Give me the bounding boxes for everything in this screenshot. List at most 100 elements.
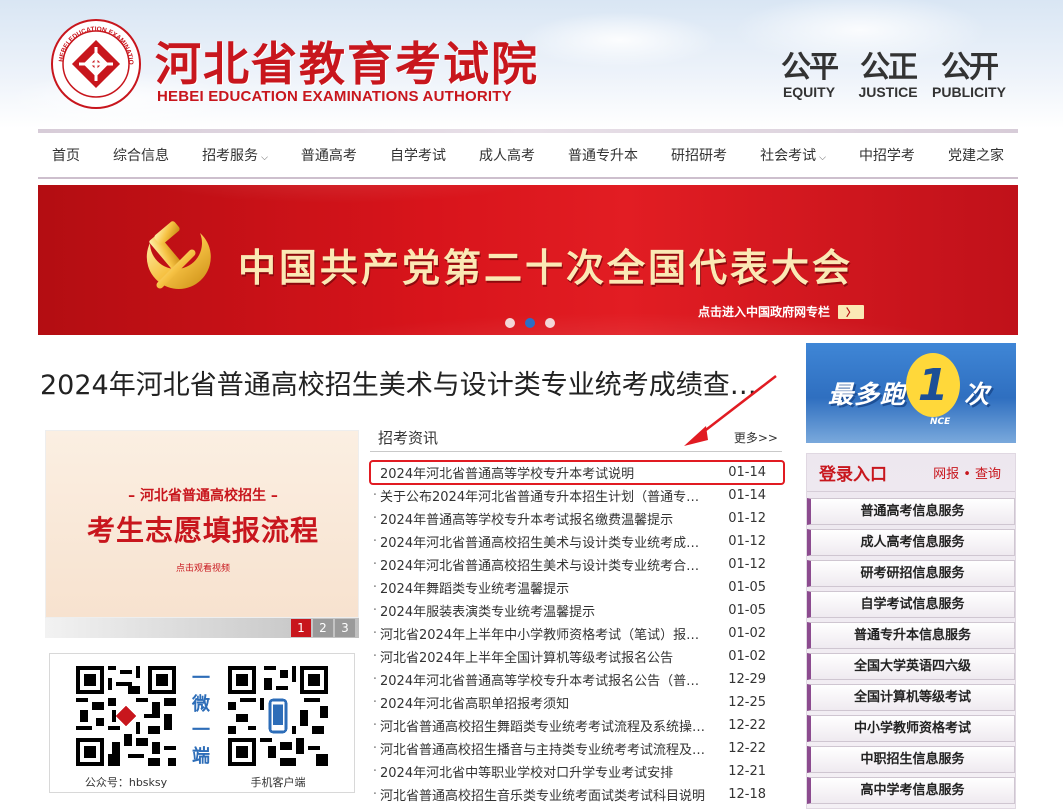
bullet-icon: ·: [372, 626, 378, 641]
news-item[interactable]: · 河北省普通高校招生舞蹈类专业统考考试流程及系统操作说明 12-22: [370, 714, 782, 737]
news-item-title[interactable]: 河北省2024年上半年中小学教师资格考试（笔试）报名公告: [380, 624, 712, 643]
banner-dot-1[interactable]: [505, 318, 515, 328]
nav-item-self-study[interactable]: 自学考试: [390, 145, 446, 165]
service-button[interactable]: 中职招生信息服务: [807, 746, 1015, 773]
app-qr-label: 手机客户端: [250, 776, 306, 789]
video-card[interactable]: – 河北省普通高校招生 – 考生志愿填报流程 点击观看视频: [45, 430, 359, 618]
nav-label: 综合信息: [113, 148, 170, 164]
news-item-title[interactable]: 2024年河北省普通高等学校专升本考试报名公告（普通专升本）: [380, 670, 712, 689]
news-item[interactable]: ·2024年河北省普通高等学校专升本考试报名公告（普通专升本） 12-29: [370, 668, 782, 691]
news-item-title[interactable]: 2024年河北省普通高等学校专升本考试说明: [380, 463, 712, 482]
qr-separator-char: 一: [192, 720, 210, 741]
news-item-date: 12-29: [728, 672, 766, 687]
news-item[interactable]: ·关于公布2024年河北省普通专升本招生计划（普通专升本）的通知 01-14: [370, 484, 782, 507]
service-button[interactable]: 高中学考信息服务: [807, 777, 1015, 804]
nav-label: 自学考试: [389, 148, 446, 164]
site-title: 河北省教育考试院: [155, 37, 539, 91]
service-button[interactable]: 自学考试信息服务: [807, 591, 1015, 618]
motto-justice-en: JUSTICE: [858, 84, 918, 100]
news-item[interactable]: · 2024年舞蹈类专业统考温馨提示 01-05: [370, 576, 782, 599]
news-item[interactable]: · 河北省2024年上半年中小学教师资格考试（笔试）报名公告 01-02: [370, 622, 782, 645]
bullet-icon: ·: [372, 649, 378, 664]
nav-label: 社会考试: [760, 148, 817, 164]
news-item-date: 12-22: [728, 718, 766, 733]
slide-pagination: 1 2 3: [291, 619, 355, 637]
news-item-date: 01-02: [728, 626, 766, 641]
bullet-icon: ·: [372, 603, 378, 618]
party-emblem-icon: [146, 221, 211, 289]
bullet-icon: ·: [372, 534, 378, 549]
news-title: 招考资讯: [378, 429, 439, 447]
nav-item-exam-services[interactable]: 招考服务 ⌵: [202, 145, 268, 165]
motto-justice-cn: 公正: [860, 50, 918, 85]
slide-page-3[interactable]: 3: [335, 619, 355, 637]
service-button[interactable]: 全国计算机等级考试: [807, 684, 1015, 711]
nav-item-zhongkao[interactable]: 中招学考: [859, 145, 915, 165]
login-links[interactable]: 网报 • 查询: [933, 463, 1001, 482]
nav-item-adult-exam[interactable]: 成人高考: [479, 145, 535, 165]
bullet-icon: ·: [372, 672, 378, 687]
service-button[interactable]: 研考研招信息服务: [807, 560, 1015, 587]
slide-page-2[interactable]: 2: [313, 619, 333, 637]
video-card-hint: 点击观看视频: [175, 564, 230, 574]
banner-dot-3[interactable]: [545, 318, 555, 328]
motto-equity: 公平 EQUITY: [769, 52, 849, 101]
news-item[interactable]: · 2024年河北省高职单招报考须知 12-25: [370, 691, 782, 714]
banner-cta-label: 点击进入中国政府网专栏: [698, 305, 831, 319]
news-item-title[interactable]: 2024年河北省高职单招报考须知: [380, 693, 712, 712]
news-item[interactable]: · 2024年河北省普通高校招生美术与设计类专业统考合格线 01-12: [370, 553, 782, 576]
service-button[interactable]: 中小学教师资格考试: [807, 715, 1015, 742]
news-item-title[interactable]: 河北省2024年上半年全国计算机等级考试报名公告: [380, 647, 712, 666]
bullet-icon: ·: [372, 741, 378, 756]
nav-label: 普通高考: [300, 148, 357, 164]
news-item[interactable]: · 河北省2024年上半年全国计算机等级考试报名公告 01-02: [370, 645, 782, 668]
arrow-right-icon: 〉: [838, 304, 865, 319]
news-item[interactable]: 2024年河北省普通高等学校专升本考试说明 01-14: [369, 460, 785, 485]
news-item[interactable]: · 2024年普通高等学校专升本考试报名缴费温馨提示 01-12: [370, 507, 782, 530]
service-button[interactable]: 全国大学英语四六级: [807, 653, 1015, 680]
banner-dot-2[interactable]: [525, 318, 535, 328]
nav-item-party[interactable]: 党建之家: [948, 145, 1004, 165]
news-item-title[interactable]: 2024年河北省中等职业学校对口升学专业考试安排: [380, 762, 712, 781]
nav-item-general-info[interactable]: 综合信息: [113, 145, 169, 165]
news-item[interactable]: · 河北省普通高校招生播音与主持类专业统考考试流程及说明 12-22: [370, 737, 782, 760]
bullet-icon: ·: [372, 557, 378, 572]
news-item-title[interactable]: 2024年河北省普通高校招生美术与设计类专业统考成绩查询: [380, 532, 712, 551]
headline-link[interactable]: 2024年河北省普通高校招生美术与设计类专业统考成绩查询及常见问题解答: [40, 363, 768, 402]
nav-item-graduate[interactable]: 研招研考: [671, 145, 727, 165]
wechat-qr-label: 公众号：hbsksy: [84, 776, 168, 789]
news-item-title[interactable]: 关于公布2024年河北省普通专升本招生计划（普通专升本）的通知: [380, 486, 712, 505]
video-card-subtitle: – 河北省普通高校招生 –: [128, 488, 278, 504]
news-item[interactable]: · 2024年河北省普通高校招生美术与设计类专业统考成绩查询 01-12: [370, 530, 782, 553]
site-subtitle: HEBEI EDUCATION EXAMINATIONS AUTHORITY: [157, 88, 512, 105]
news-item[interactable]: · 2024年河北省中等职业学校对口升学专业考试安排 12-21: [370, 760, 782, 783]
news-item-title[interactable]: 2024年服装表演类专业统考温馨提示: [380, 601, 712, 620]
nav-label: 中招学考: [858, 148, 915, 164]
banner-pagination: [505, 318, 555, 328]
slide-page-1[interactable]: 1: [291, 619, 311, 637]
banner-title: 中国共产党第二十次全国代表大会: [238, 246, 854, 290]
hero-banner[interactable]: 中国共产党第二十次全国代表大会 点击进入中国政府网专栏 〉: [38, 185, 1018, 335]
news-item-date: 01-05: [728, 580, 766, 595]
news-item[interactable]: · 河北省普通高校招生音乐类专业统考面试类考试科目说明 12-18: [370, 783, 782, 806]
login-header: 登录入口 网报 • 查询: [807, 454, 1015, 492]
site-logo-seal[interactable]: HEBEI EDUCATION EXAMINATIONS AUTHORITY: [50, 18, 142, 110]
nav-item-gaokao[interactable]: 普通高考: [301, 145, 357, 165]
nav-item-social-exam[interactable]: 社会考试 ⌵: [760, 145, 826, 165]
service-button[interactable]: 成人高考信息服务: [807, 529, 1015, 556]
banner-cta-link[interactable]: 点击进入中国政府网专栏 〉: [698, 303, 865, 320]
news-item-title[interactable]: 河北省普通高校招生播音与主持类专业统考考试流程及说明: [380, 739, 712, 758]
service-button[interactable]: 普通高考信息服务: [807, 498, 1015, 525]
nav-item-home[interactable]: 首页: [52, 145, 80, 165]
news-item-title[interactable]: 2024年河北省普通高校招生美术与设计类专业统考合格线: [380, 555, 712, 574]
news-item-date: 01-12: [728, 511, 766, 526]
motto-justice: 公正 JUSTICE: [848, 50, 928, 101]
news-item-title[interactable]: 2024年舞蹈类专业统考温馨提示: [380, 578, 712, 597]
service-button[interactable]: 普通专升本信息服务: [807, 622, 1015, 649]
news-item-title[interactable]: 2024年普通高等学校专升本考试报名缴费温馨提示: [380, 509, 712, 528]
news-item[interactable]: · 2024年服装表演类专业统考温馨提示 01-05: [370, 599, 782, 622]
news-item-title[interactable]: 河北省普通高校招生音乐类专业统考面试类考试科目说明: [380, 785, 712, 804]
ad-zuiduo-pao-banner[interactable]: 最多跑 1 次 NCE: [806, 343, 1016, 443]
news-item-title[interactable]: 河北省普通高校招生舞蹈类专业统考考试流程及系统操作说明: [380, 716, 712, 735]
nav-item-upgrade[interactable]: 普通专升本: [568, 145, 638, 165]
